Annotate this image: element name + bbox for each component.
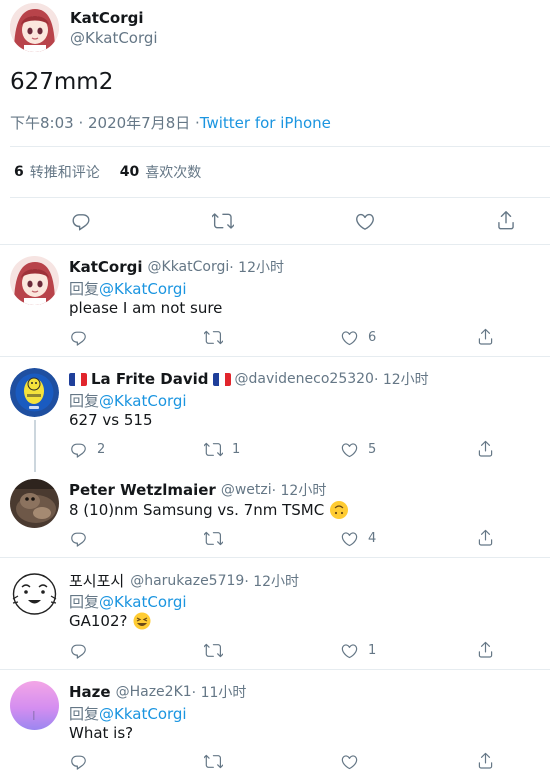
divider xyxy=(0,557,550,558)
reply-time[interactable]: · 12小时 xyxy=(229,257,284,277)
avatar[interactable] xyxy=(10,569,59,618)
avatar[interactable] xyxy=(10,681,59,730)
reply-time[interactable]: · 11小时 xyxy=(192,682,247,702)
retweet-icon[interactable] xyxy=(204,440,223,459)
like-count: 5 xyxy=(368,442,377,457)
retweet-icon[interactable] xyxy=(204,328,223,347)
retweets-label[interactable]: 转推和评论 xyxy=(30,162,100,182)
like-count: 4 xyxy=(368,531,377,546)
reply-text-row: 8 (10)nm Samsung vs. 7nm TSMC xyxy=(69,501,349,519)
replying-to: 回复 @KkatCorgi xyxy=(69,703,187,724)
reply-time[interactable]: · 12小时 xyxy=(272,480,327,500)
upside-down-face-emoji-icon xyxy=(330,501,349,519)
reply-header: Peter Wetzlmaier @wetzi · 12小时 xyxy=(69,480,326,500)
reply-icon[interactable] xyxy=(69,328,88,347)
thread-line xyxy=(34,420,36,472)
replying-to-prefix: 回复 xyxy=(69,593,100,611)
share-icon[interactable] xyxy=(476,640,495,659)
reply-icon[interactable] xyxy=(69,641,88,660)
reply-text: What is? xyxy=(69,724,134,742)
reply-author-name[interactable]: Haze xyxy=(69,683,111,701)
divider xyxy=(10,146,550,147)
reply-author-name[interactable]: KatCorgi xyxy=(69,258,143,276)
reply-header: Haze @Haze2K1 · 11小时 xyxy=(69,682,246,702)
divider xyxy=(0,669,550,670)
heart-icon[interactable] xyxy=(354,210,376,232)
reply-header: KatCorgi @KkatCorgi · 12小时 xyxy=(69,257,284,277)
divider xyxy=(0,356,550,357)
retweets-count[interactable]: 6 xyxy=(14,164,24,180)
retweet-icon[interactable] xyxy=(212,210,234,232)
replying-to-prefix: 回复 xyxy=(69,392,100,410)
reply-count: 2 xyxy=(97,442,106,457)
tweet-text: 627mm2 xyxy=(10,69,114,95)
reply-author-handle[interactable]: @harukaze5719 xyxy=(130,573,244,589)
flag-france-icon xyxy=(69,372,87,386)
reply-author-name[interactable]: Peter Wetzlmaier xyxy=(69,481,216,499)
replying-to-handle[interactable]: @KkatCorgi xyxy=(99,280,187,298)
avatar[interactable] xyxy=(10,256,59,305)
likes-count[interactable]: 40 xyxy=(120,164,139,180)
reply-text: 8 (10)nm Samsung vs. 7nm TSMC xyxy=(69,501,325,519)
reply-author-handle[interactable]: @wetzi xyxy=(221,482,272,498)
like-count: 6 xyxy=(368,330,377,345)
share-icon[interactable] xyxy=(476,327,495,346)
tweet-source-link[interactable]: Twitter for iPhone xyxy=(200,114,331,132)
replying-to-handle[interactable]: @KkatCorgi xyxy=(99,593,187,611)
retweet-icon[interactable] xyxy=(204,641,223,660)
likes-label[interactable]: 喜欢次数 xyxy=(145,162,201,182)
avatar[interactable] xyxy=(10,479,59,528)
reply-time[interactable]: · 12小时 xyxy=(244,571,299,591)
heart-icon[interactable] xyxy=(340,440,359,459)
reply-text: GA102? xyxy=(69,612,128,630)
heart-icon[interactable] xyxy=(340,328,359,347)
author-name[interactable]: KatCorgi xyxy=(70,9,144,27)
retweet-icon[interactable] xyxy=(204,529,223,548)
share-icon[interactable] xyxy=(495,209,517,231)
reply-author-name[interactable]: 포시포시 xyxy=(69,570,124,591)
reply-author-handle[interactable]: @davideneco25320 xyxy=(235,371,374,387)
reply-text-row: GA102? xyxy=(69,612,151,630)
heart-icon[interactable] xyxy=(340,752,359,771)
reply-header: La Frite David @davideneco25320 · 12小时 xyxy=(69,369,429,389)
share-icon[interactable] xyxy=(476,528,495,547)
tweet-meta: 下午8:03 · 2020年7月8日 · Twitter for iPhone xyxy=(10,112,331,133)
reply-author-name[interactable]: La Frite David xyxy=(91,370,209,388)
reply-time[interactable]: · 12小时 xyxy=(374,369,429,389)
reply-icon[interactable] xyxy=(70,210,92,232)
replying-to: 回复 @KkatCorgi xyxy=(69,278,187,299)
grinning-squinting-face-emoji-icon xyxy=(133,612,151,630)
heart-icon[interactable] xyxy=(340,529,359,548)
replying-to-handle[interactable]: @KkatCorgi xyxy=(99,705,187,723)
reply-icon[interactable] xyxy=(69,529,88,548)
tweet-stats: 6 转推和评论 40 喜欢次数 xyxy=(14,162,201,182)
reply-icon[interactable] xyxy=(69,440,88,459)
avatar[interactable] xyxy=(10,368,59,417)
replying-to-prefix: 回复 xyxy=(69,705,100,723)
retweet-count: 1 xyxy=(232,442,241,457)
reply-text: please I am not sure xyxy=(69,299,223,317)
replying-to: 回复 @KkatCorgi xyxy=(69,591,187,612)
reply-icon[interactable] xyxy=(69,752,88,771)
tweet-timestamp[interactable]: 下午8:03 · 2020年7月8日 · xyxy=(10,112,200,133)
divider xyxy=(10,197,550,198)
avatar[interactable] xyxy=(10,3,59,52)
reply-author-handle[interactable]: @KkatCorgi xyxy=(148,259,230,275)
replying-to-handle[interactable]: @KkatCorgi xyxy=(99,392,187,410)
divider xyxy=(0,244,550,245)
share-icon[interactable] xyxy=(476,439,495,458)
heart-icon[interactable] xyxy=(340,641,359,660)
author-handle[interactable]: @KkatCorgi xyxy=(70,29,158,47)
reply-author-handle[interactable]: @Haze2K1 xyxy=(116,684,192,700)
reply-text: 627 vs 515 xyxy=(69,411,153,429)
replying-to: 回复 @KkatCorgi xyxy=(69,390,187,411)
retweet-icon[interactable] xyxy=(204,752,223,771)
share-icon[interactable] xyxy=(476,751,495,770)
like-count: 1 xyxy=(368,643,377,658)
flag-france-icon xyxy=(212,372,231,386)
reply-header: 포시포시 @harukaze5719 · 12小时 xyxy=(69,570,299,591)
replying-to-prefix: 回复 xyxy=(69,280,100,298)
